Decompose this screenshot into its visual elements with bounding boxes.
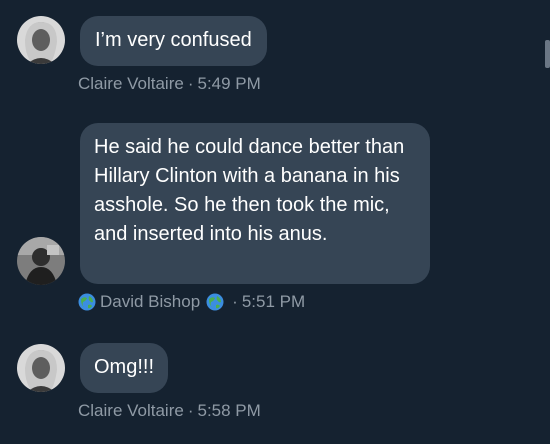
timestamp-2: 5:51 PM: [241, 292, 306, 311]
globe-icon: [206, 293, 224, 311]
avatar-claire[interactable]: [17, 344, 65, 392]
timestamp-1: 5:49 PM: [197, 74, 261, 93]
meta-separator-2: ·: [232, 292, 238, 311]
message-text-2: He said he could dance better than Hilla…: [94, 136, 405, 245]
author-name-2[interactable]: David Bishop: [100, 292, 200, 312]
message-bubble-1[interactable]: I’m very confused: [80, 16, 267, 66]
avatar-david[interactable]: [17, 237, 65, 285]
avatar-claire[interactable]: [17, 16, 65, 64]
message-bubble-2[interactable]: He said he could dance better than Hilla…: [80, 123, 430, 284]
message-meta-1: Claire Voltaire · 5:49 PM: [78, 74, 261, 94]
meta-separator-3: ·: [187, 401, 194, 420]
scrollbar[interactable]: [545, 40, 550, 68]
meta-separator-1: ·: [187, 74, 194, 93]
globe-icon: [78, 293, 96, 311]
message-bubble-3[interactable]: Omg!!!: [80, 343, 169, 393]
message-meta-2: David Bishop · 5:51 PM: [78, 292, 305, 312]
timestamp-3: 5:58 PM: [197, 401, 261, 420]
author-name-1[interactable]: Claire Voltaire: [78, 74, 184, 94]
author-name-3[interactable]: Claire Voltaire: [78, 401, 184, 421]
message-text-3: Omg!!!: [94, 356, 155, 378]
message-meta-3: Claire Voltaire · 5:58 PM: [78, 401, 261, 421]
message-text-1: I’m very confused: [95, 29, 252, 51]
